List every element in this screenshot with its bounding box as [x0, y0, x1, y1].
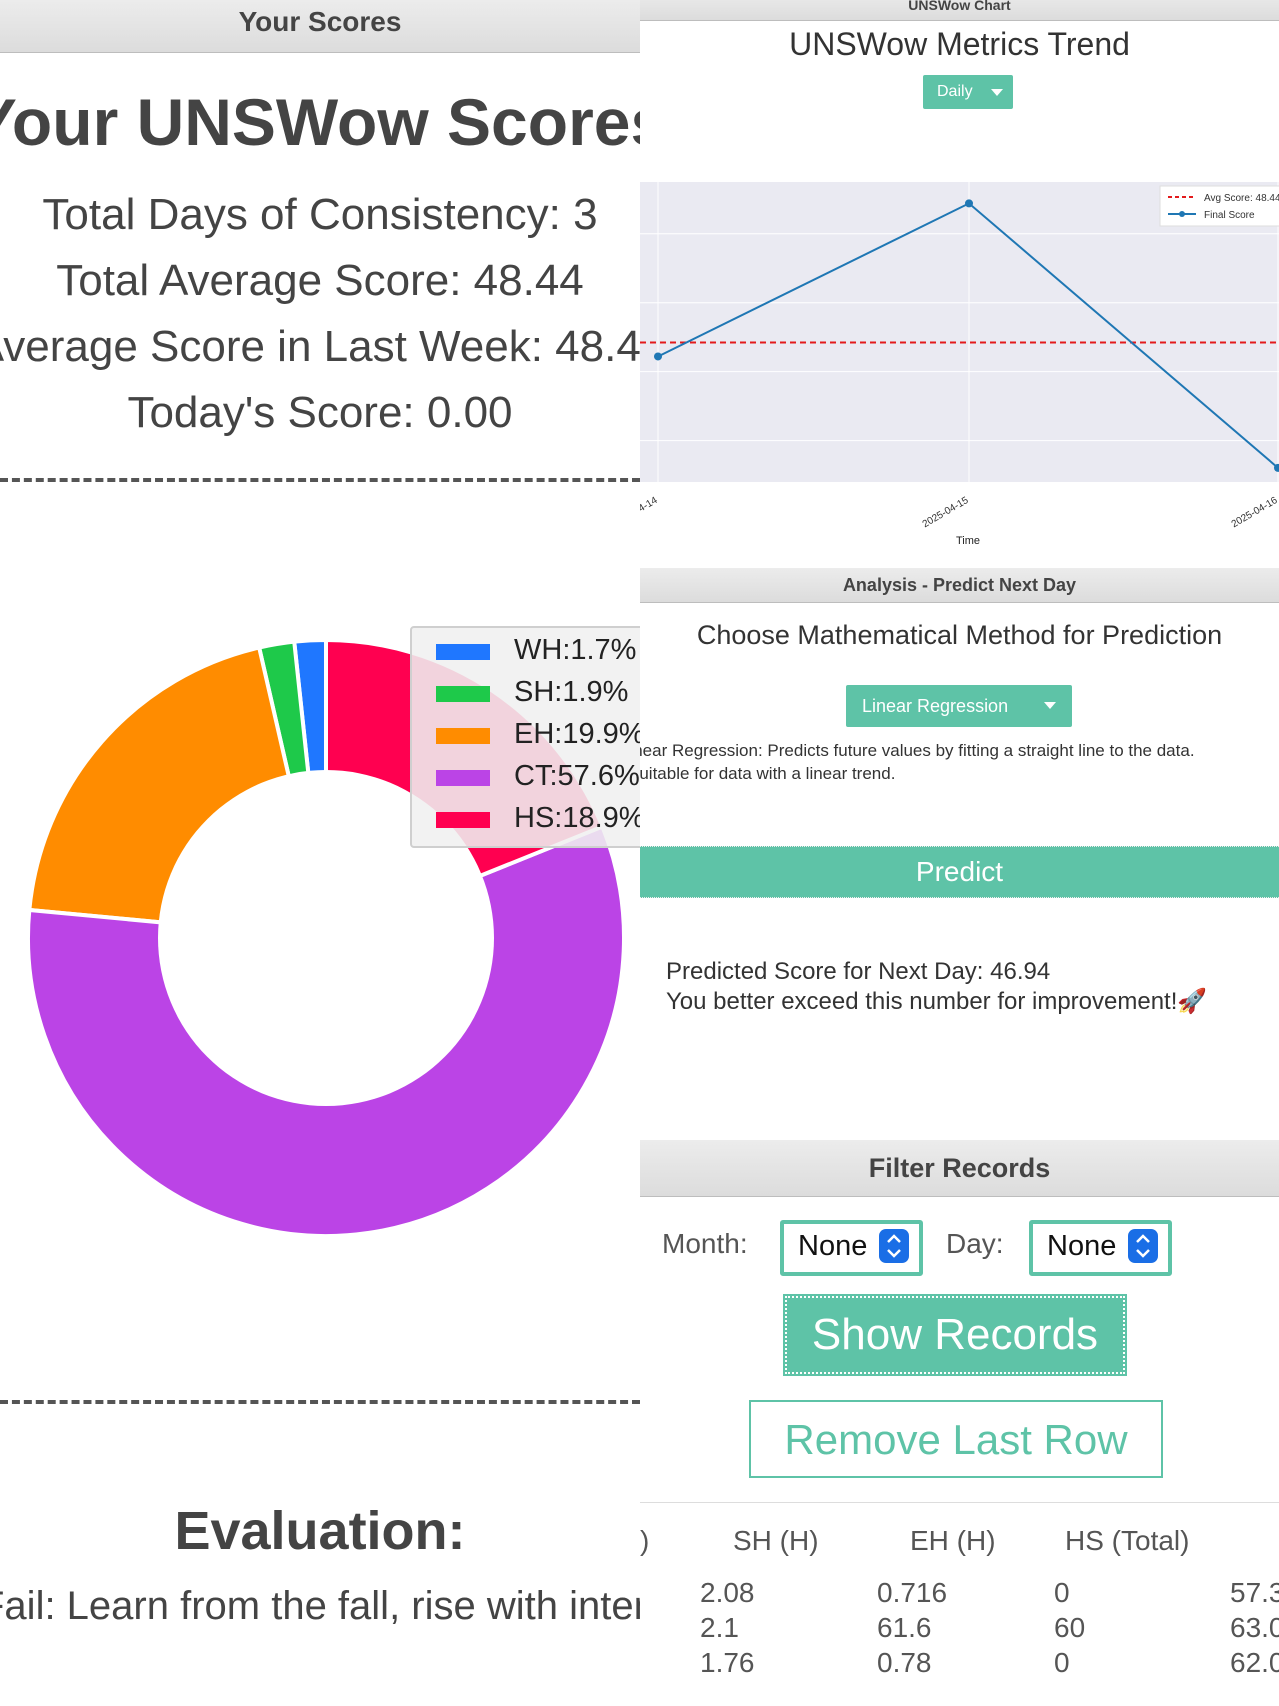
- legend-series-label: Final Score: [1204, 210, 1255, 221]
- legend-swatch-eh: [436, 728, 490, 744]
- analysis-window-title: Analysis - Predict Next Day: [640, 568, 1279, 603]
- chart-window-title: UNSWow Chart: [640, 0, 1279, 21]
- metrics-trend-chart: 2025-04-14 2025-04-15 2025-04-16 Time Avg …: [640, 182, 1279, 547]
- chart-heading: UNSWow Metrics Trend: [789, 26, 1130, 62]
- legend-swatch-wh: [436, 644, 490, 660]
- legend-series-dot: [1179, 211, 1185, 217]
- analysis-heading: Choose Mathematical Method for Predictio…: [696, 620, 1223, 650]
- legend-swatch-hs: [436, 812, 490, 828]
- x-tick-label: 2025-04-16: [1230, 495, 1279, 530]
- period-select[interactable]: Daily: [923, 75, 1013, 109]
- plot-area: [640, 182, 1279, 482]
- remove-last-row-button[interactable]: Remove Last Row: [749, 1400, 1163, 1478]
- column-header-eh: EH (H): [910, 1525, 996, 1556]
- scores-window: Your Scores Your UNSWow Scores Total Day…: [0, 0, 640, 1706]
- x-tick-label: 2025-04-14: [640, 495, 660, 530]
- table-cell: 0: [1054, 1647, 1070, 1678]
- x-axis-label: Time: [956, 535, 980, 547]
- column-header-hs: HS (Total): [1065, 1525, 1190, 1556]
- method-description-2: Suitable for data with a linear trend.: [640, 764, 896, 783]
- prediction-advice: You better exceed this number for improv…: [666, 988, 1208, 1015]
- legend-label-ct: CT:57.6%: [514, 760, 640, 792]
- column-header-sh: SH (H): [733, 1525, 819, 1556]
- divider: [0, 478, 640, 482]
- filter-window-title: Filter Records: [640, 1140, 1279, 1197]
- prediction-result: Predicted Score for Next Day: 46.94: [666, 958, 1051, 985]
- table-cell: 2.08: [700, 1577, 755, 1608]
- table-cell: 0.716: [877, 1577, 948, 1608]
- legend-label-eh: EH:19.9%: [514, 718, 640, 750]
- table-cell: 1.76: [700, 1647, 755, 1678]
- table-cell: 63.0: [1230, 1612, 1279, 1643]
- x-tick-label: 2025-04-15: [921, 495, 971, 530]
- legend-avg-label: Avg Score: 48.44: [1204, 193, 1279, 204]
- evaluation-heading: Evaluation:: [174, 1501, 466, 1561]
- scores-heading: Your UNSWow Scores: [0, 85, 640, 159]
- method-select[interactable]: Linear Regression: [846, 685, 1072, 727]
- donut-legend: WH:1.7% SH:1.9% EH:19.9% CT:57.6% HS:18.…: [410, 626, 640, 848]
- month-select-value: None: [798, 1230, 868, 1262]
- stat-today: Today's Score: 0.00: [127, 388, 513, 437]
- column-header: ): [640, 1525, 650, 1556]
- chart-legend: Avg Score: 48.44 Final Score: [1159, 185, 1279, 227]
- stepper-arrows-icon: [879, 1229, 909, 1263]
- legend-swatch-ct: [436, 770, 490, 786]
- day-select[interactable]: None: [1029, 1220, 1172, 1276]
- divider-2: [0, 1400, 640, 1404]
- chevron-down-icon: [991, 89, 1003, 96]
- table-cell: 60: [1054, 1612, 1086, 1643]
- month-select[interactable]: None: [780, 1220, 923, 1276]
- show-records-button[interactable]: Show Records: [783, 1294, 1127, 1376]
- month-label: Month:: [662, 1228, 748, 1259]
- day-label: Day:: [946, 1228, 1004, 1259]
- method-select-value: Linear Regression: [862, 696, 1009, 716]
- data-point: [654, 352, 662, 361]
- predict-button[interactable]: Predict: [640, 846, 1279, 898]
- legend-label-hs: HS:18.9%: [514, 802, 640, 834]
- evaluation-text: Fail: Learn from the fall, rise with int…: [0, 1584, 640, 1628]
- table-cell: 57.3: [1230, 1577, 1279, 1608]
- table-cell: 61.6: [877, 1612, 932, 1643]
- legend-label-sh: SH:1.9%: [514, 676, 629, 708]
- period-select-value: Daily: [937, 83, 973, 100]
- table-cell: 0: [1054, 1577, 1070, 1608]
- legend-swatch-sh: [436, 686, 490, 702]
- chevron-down-icon: [1044, 702, 1056, 709]
- right-pane: UNSWow Chart UNSWow Metrics Trend Daily …: [640, 0, 1279, 1706]
- table-cell: 0.78: [877, 1647, 932, 1678]
- stat-total-average: Total Average Score: 48.44: [56, 256, 584, 305]
- records-table: ) SH (H) EH (H) HS (Total) 2.08 0.716 0 …: [640, 1502, 1279, 1706]
- method-description-1: Linear Regression: Predicts future value…: [640, 741, 1195, 760]
- table-cell: 62.0: [1230, 1647, 1279, 1678]
- stepper-arrows-icon: [1128, 1229, 1158, 1263]
- legend-label-wh: WH:1.7%: [514, 634, 637, 666]
- day-select-value: None: [1047, 1230, 1117, 1262]
- table-cell: 2.1: [700, 1612, 739, 1643]
- data-point: [965, 199, 973, 208]
- stat-week-average: Average Score in Last Week: 48.44: [0, 322, 640, 371]
- scores-window-title: Your Scores: [0, 0, 640, 53]
- stat-consistency: Total Days of Consistency: 3: [42, 190, 598, 239]
